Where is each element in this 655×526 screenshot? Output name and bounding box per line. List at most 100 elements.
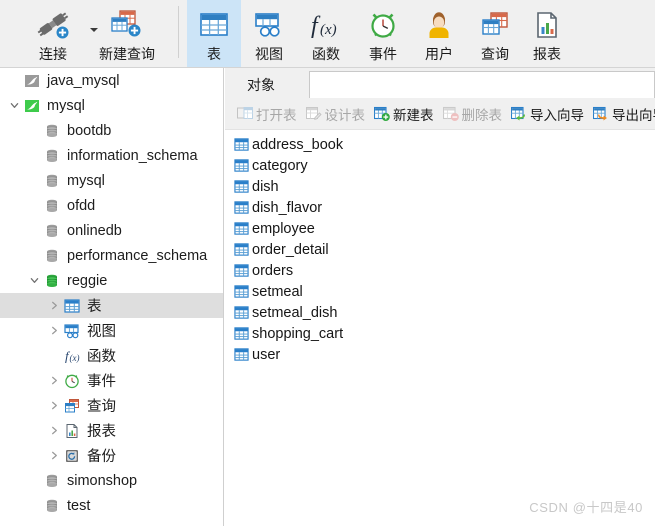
tree-node[interactable]: 视图 (0, 318, 223, 343)
table-list-item[interactable]: order_detail (225, 239, 655, 260)
database-gray-icon (42, 148, 62, 164)
object-toolbar: 打开表 设计表 新建表 删除表 导入向导 导出向 (225, 98, 655, 130)
toolbar-button-open-table[interactable]: 打开表 (233, 102, 302, 126)
tree-node-label: mysql (47, 97, 85, 114)
ribbon-button-1[interactable]: 新建查询 (84, 0, 170, 67)
tree-node[interactable]: 表 (0, 293, 223, 318)
chevron-right-icon[interactable] (46, 451, 62, 460)
chevron-down-icon[interactable] (6, 101, 22, 110)
tree-node[interactable]: performance_schema (0, 243, 223, 268)
tree-node-label: reggie (67, 272, 108, 289)
tree-node[interactable]: simonshop (0, 468, 223, 493)
chevron-right-icon[interactable] (46, 376, 62, 385)
ribbon-button-0[interactable]: 连接 (22, 0, 98, 67)
import-wizard-icon (511, 106, 525, 121)
chevron-right-icon[interactable] (46, 301, 62, 310)
tree-node[interactable]: reggie (0, 268, 223, 293)
ribbon-button-8[interactable]: 报表 (523, 0, 571, 67)
open-table-icon (237, 107, 253, 119)
tab-object[interactable]: 对象 (233, 71, 289, 98)
connection-tree-sidebar[interactable]: java_mysql mysql bootdb information_sche… (0, 68, 224, 526)
tree-node[interactable]: onlinedb (0, 218, 223, 243)
report-icon (62, 423, 82, 439)
table-icon (233, 158, 250, 173)
navicat-window: 连接 新建查询 表 视图 f (x) 函数 事件 用户 查询 报表 java_m… (0, 0, 655, 526)
database-gray-icon (42, 223, 62, 239)
user-icon (429, 12, 449, 38)
tree-node[interactable]: 备份 (0, 443, 223, 468)
database-gray-icon (42, 498, 62, 514)
ribbon-button-7[interactable]: 查询 (467, 0, 523, 67)
query-icon (62, 398, 82, 414)
toolbar-button-import-wizard[interactable]: 导入向导 (507, 102, 589, 126)
tab-object-label: 对象 (247, 76, 275, 93)
table-list-item[interactable]: user (225, 344, 655, 365)
open-table-icon (235, 106, 255, 121)
connection-plug-icon (37, 12, 69, 39)
ribbon-button-4[interactable]: f (x) 函数 (297, 0, 355, 67)
ribbon-button-label: 新建查询 (99, 46, 155, 62)
table-list-item[interactable]: shopping_cart (225, 323, 655, 344)
table-list-item-label: employee (252, 220, 315, 237)
toolbar-button-export-wizard[interactable]: 导出向导 (589, 102, 655, 126)
table-icon (234, 285, 249, 298)
database-gray-icon (47, 124, 57, 137)
table-list-item[interactable]: dish (225, 176, 655, 197)
query-icon (480, 8, 510, 42)
ribbon-button-6[interactable]: 用户 (411, 0, 467, 67)
tree-node[interactable]: 查询 (0, 393, 223, 418)
svg-text:(x): (x) (320, 22, 337, 38)
table-list-item-label: orders (252, 262, 294, 279)
object-tabstrip: 对象 (225, 68, 655, 98)
tree-node[interactable]: 事件 (0, 368, 223, 393)
tree-node[interactable]: f (x) 函数 (0, 343, 223, 368)
table-list-item[interactable]: dish_flavor (225, 197, 655, 218)
function-fx-icon: f (x) (62, 348, 82, 364)
ribbon-button-3[interactable]: 视图 (241, 0, 297, 67)
ribbon-button-2[interactable]: 表 (187, 0, 241, 67)
table-icon (234, 327, 249, 340)
table-list-item[interactable]: orders (225, 260, 655, 281)
table-icon (233, 137, 250, 152)
view-icon (64, 323, 79, 338)
ribbon-separator (178, 6, 179, 58)
table-list-item-label: setmeal (252, 283, 303, 300)
table-icon (233, 242, 250, 257)
chevron-down-icon[interactable] (26, 276, 42, 285)
backup-icon (66, 449, 78, 462)
table-icon (233, 263, 250, 278)
toolbar-button-new-table[interactable]: 新建表 (370, 102, 439, 126)
chevron-right-icon[interactable] (46, 401, 62, 410)
ribbon-button-label: 连接 (39, 46, 67, 62)
database-gray-icon (42, 198, 62, 214)
table-icon (234, 201, 249, 214)
table-list-item[interactable]: address_book (225, 134, 655, 155)
chevron-right-icon[interactable] (46, 326, 62, 335)
export-wizard-icon (591, 106, 611, 121)
database-gray-icon (47, 249, 57, 262)
tree-node[interactable]: bootdb (0, 118, 223, 143)
chevron-right-icon[interactable] (46, 426, 62, 435)
tree-node[interactable]: mysql (0, 168, 223, 193)
table-list[interactable]: address_book category dish dish_flavor e… (225, 130, 655, 526)
mysql-dolphin-gray-icon (25, 74, 39, 87)
tree-node-label: test (67, 497, 91, 514)
tree-node[interactable]: information_schema (0, 143, 223, 168)
table-icon (234, 138, 249, 151)
toolbar-button-design-table[interactable]: 设计表 (302, 102, 371, 126)
tree-node[interactable]: mysql (0, 93, 223, 118)
table-icon (233, 200, 250, 215)
tree-node[interactable]: java_mysql (0, 68, 223, 93)
table-list-item[interactable]: employee (225, 218, 655, 239)
tree-node[interactable]: 报表 (0, 418, 223, 443)
toolbar-button-delete-table[interactable]: 删除表 (439, 102, 508, 126)
tree-node[interactable]: ofdd (0, 193, 223, 218)
table-icon (62, 298, 82, 314)
table-list-item[interactable]: setmeal_dish (225, 302, 655, 323)
table-icon (234, 348, 249, 361)
table-list-item[interactable]: setmeal (225, 281, 655, 302)
tree-node[interactable]: test (0, 493, 223, 518)
ribbon-button-5[interactable]: 事件 (355, 0, 411, 67)
table-icon (233, 305, 250, 320)
table-list-item[interactable]: category (225, 155, 655, 176)
